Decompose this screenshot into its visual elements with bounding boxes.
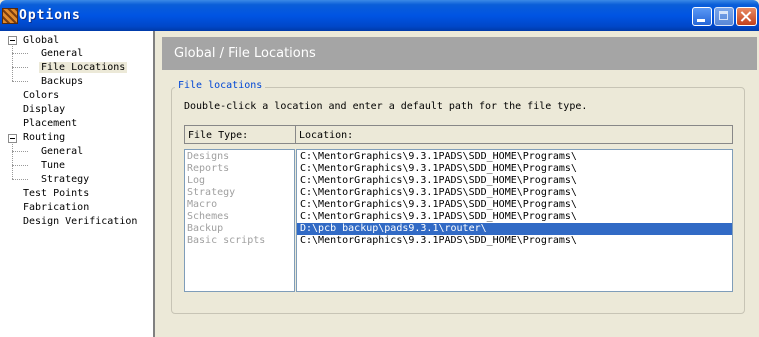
tree-item-label: Test Points (23, 188, 90, 199)
tree-item-file-locations[interactable]: File Locations (39, 61, 128, 74)
tree-item-label: General (41, 146, 84, 157)
tree-item-label: General (41, 48, 84, 59)
tree-connector (12, 179, 28, 180)
tree-item-tune[interactable]: Tune (39, 159, 67, 172)
column-header-location[interactable]: Location: (295, 125, 733, 144)
file-type-basic-scripts: Basic scripts (187, 235, 266, 246)
tree-item-label: Fabrication (23, 202, 90, 213)
window-title: Options (19, 8, 81, 23)
tree-item-backups[interactable]: Backups (39, 75, 85, 88)
maximize-button[interactable] (714, 7, 734, 26)
tree-connector (12, 53, 28, 54)
file-type-macro: Macro (187, 199, 218, 210)
tree-connector (12, 151, 28, 152)
location-backup[interactable]: D:\pcb backup\pads9.3.1\router\ (297, 223, 732, 235)
location-macro[interactable]: C:\MentorGraphics\9.3.1PADS\SDD_HOME\Pro… (297, 199, 732, 211)
tree-item-display[interactable]: Display (21, 103, 67, 116)
tree-item-global[interactable]: Global (21, 34, 61, 47)
panel-header: Global / File Locations (162, 37, 757, 70)
tree-item-label: Global (23, 35, 60, 46)
file-type-designs: Designs (187, 151, 230, 162)
file-type-schemes: Schemes (187, 211, 230, 222)
tree-item-label: Tune (41, 160, 66, 171)
minimize-button[interactable] (692, 7, 712, 26)
tree-connector (12, 44, 13, 81)
location-reports[interactable]: C:\MentorGraphics\9.3.1PADS\SDD_HOME\Pro… (297, 163, 732, 175)
options-panel: Global / File Locations File locations D… (157, 31, 759, 337)
tree-connector (12, 142, 13, 179)
file-type-strategy: Strategy (187, 187, 236, 198)
tree-item-colors[interactable]: Colors (21, 89, 61, 102)
location-strategy[interactable]: C:\MentorGraphics\9.3.1PADS\SDD_HOME\Pro… (297, 187, 732, 199)
tree-connector (12, 81, 28, 82)
tree-item-strategy[interactable]: Strategy (39, 173, 91, 186)
tree-item-label: Colors (23, 90, 60, 101)
tree-item-label: Display (23, 104, 66, 115)
app-icon (2, 8, 18, 24)
tree-item-placement[interactable]: Placement (21, 117, 79, 130)
tree-item-routing[interactable]: Routing (21, 131, 67, 144)
instructions-text: Double-click a location and enter a defa… (184, 101, 588, 112)
location-basic-scripts[interactable]: C:\MentorGraphics\9.3.1PADS\SDD_HOME\Pro… (297, 235, 732, 247)
tree-item-label: Design Verification (23, 216, 138, 227)
tree-item-label: Strategy (41, 174, 90, 185)
file-type-backup: Backup (187, 223, 224, 234)
tree-connector (12, 67, 28, 68)
tree-item-design-verification[interactable]: Design Verification (21, 215, 139, 228)
options-tree[interactable]: Global General File Locations Backups Co… (0, 31, 155, 337)
tree-item-test-points[interactable]: Test Points (21, 187, 91, 200)
tree-connector (12, 165, 28, 166)
collapse-global-icon[interactable] (8, 36, 17, 45)
tree-item-routing-general[interactable]: General (39, 145, 85, 158)
file-type-reports: Reports (187, 163, 230, 174)
location-designs[interactable]: C:\MentorGraphics\9.3.1PADS\SDD_HOME\Pro… (297, 151, 732, 163)
page-title: Global / File Locations (174, 46, 316, 61)
title-bar[interactable]: Options (0, 0, 759, 31)
tree-item-label: Backups (41, 76, 84, 87)
file-type-log: Log (187, 175, 206, 186)
tree-item-label: File Locations (39, 62, 128, 73)
file-type-list: Designs Reports Log Strategy Macro Schem… (184, 149, 295, 292)
collapse-routing-icon[interactable] (8, 134, 17, 143)
tree-item-label: Routing (23, 132, 66, 143)
location-list[interactable]: C:\MentorGraphics\9.3.1PADS\SDD_HOME\Pro… (296, 149, 733, 292)
close-button[interactable] (736, 7, 757, 26)
location-log[interactable]: C:\MentorGraphics\9.3.1PADS\SDD_HOME\Pro… (297, 175, 732, 187)
location-schemes[interactable]: C:\MentorGraphics\9.3.1PADS\SDD_HOME\Pro… (297, 211, 732, 223)
tree-item-global-general[interactable]: General (39, 47, 85, 60)
group-label: File locations (175, 80, 266, 91)
tree-item-label: Placement (23, 118, 78, 129)
column-header-file-type[interactable]: File Type: (184, 125, 296, 144)
tree-item-fabrication[interactable]: Fabrication (21, 201, 91, 214)
